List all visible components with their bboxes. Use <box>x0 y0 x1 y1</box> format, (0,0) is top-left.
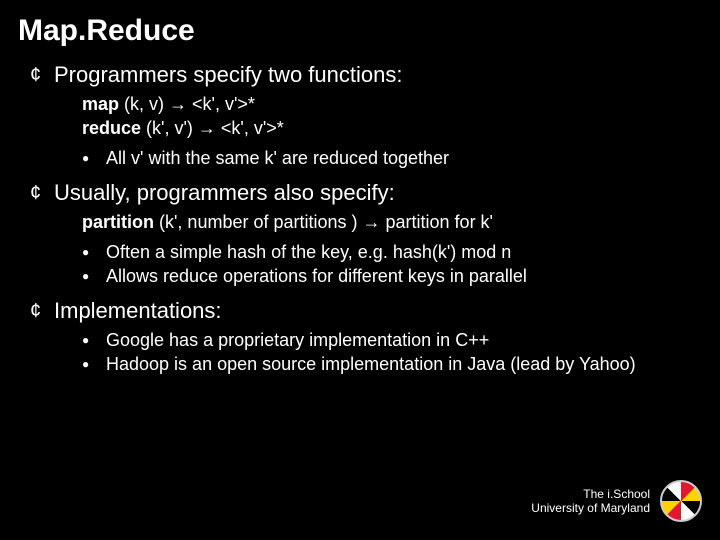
code-rest: (k', v') → <k', v'>* <box>141 118 284 138</box>
bullet-row: ¢ Usually, programmers also specify: <box>30 180 702 206</box>
sub-bullet-row: ● All v' with the same k' are reduced to… <box>82 146 702 170</box>
sub-bullet-icon: ● <box>82 264 106 288</box>
code-line: map (k, v) → <k', v'>* <box>82 92 702 116</box>
bullet-icon: ¢ <box>30 62 54 88</box>
footer: The i.School University of Maryland <box>531 480 702 522</box>
code-rest: (k', number of partitions ) → partition … <box>154 212 493 232</box>
footer-text: The i.School University of Maryland <box>531 487 650 515</box>
sub-bullet-text: All v' with the same k' are reduced toge… <box>106 146 449 170</box>
bullet-row: ¢ Implementations: <box>30 298 702 324</box>
sub-bullet-text: Google has a proprietary implementation … <box>106 328 489 352</box>
sub-bullet-icon: ● <box>82 146 106 170</box>
umd-seal-icon <box>660 480 702 522</box>
sub-bullet-row: ● Hadoop is an open source implementatio… <box>82 352 702 376</box>
sub-bullet-text: Hadoop is an open source implementation … <box>106 352 636 376</box>
sub-bullet-icon: ● <box>82 352 106 376</box>
slide-title: Map.Reduce <box>18 14 702 48</box>
code-line: partition (k', number of partitions ) → … <box>82 210 702 234</box>
code-line: reduce (k', v') → <k', v'>* <box>82 116 702 140</box>
code-block: map (k, v) → <k', v'>* reduce (k', v') →… <box>82 92 702 140</box>
sub-bullet-icon: ● <box>82 240 106 264</box>
bullet-text: Usually, programmers also specify: <box>54 180 395 206</box>
sub-bullet-row: ● Often a simple hash of the key, e.g. h… <box>82 240 702 264</box>
keyword: map <box>82 94 119 114</box>
bullet-row: ¢ Programmers specify two functions: <box>30 62 702 88</box>
sub-bullet-row: ● Google has a proprietary implementatio… <box>82 328 702 352</box>
sub-bullet-row: ● Allows reduce operations for different… <box>82 264 702 288</box>
sub-bullet-text: Allows reduce operations for different k… <box>106 264 527 288</box>
footer-line2: University of Maryland <box>531 501 650 515</box>
bullet-icon: ¢ <box>30 180 54 206</box>
sub-bullet-icon: ● <box>82 328 106 352</box>
code-rest: (k, v) → <k', v'>* <box>119 94 255 114</box>
sub-bullet-text: Often a simple hash of the key, e.g. has… <box>106 240 511 264</box>
footer-line1: The i.School <box>531 487 650 501</box>
slide: Map.Reduce ¢ Programmers specify two fun… <box>0 0 720 540</box>
bullet-text: Implementations: <box>54 298 222 324</box>
bullet-text: Programmers specify two functions: <box>54 62 402 88</box>
bullet-icon: ¢ <box>30 298 54 324</box>
keyword: reduce <box>82 118 141 138</box>
code-block: partition (k', number of partitions ) → … <box>82 210 702 234</box>
keyword: partition <box>82 212 154 232</box>
